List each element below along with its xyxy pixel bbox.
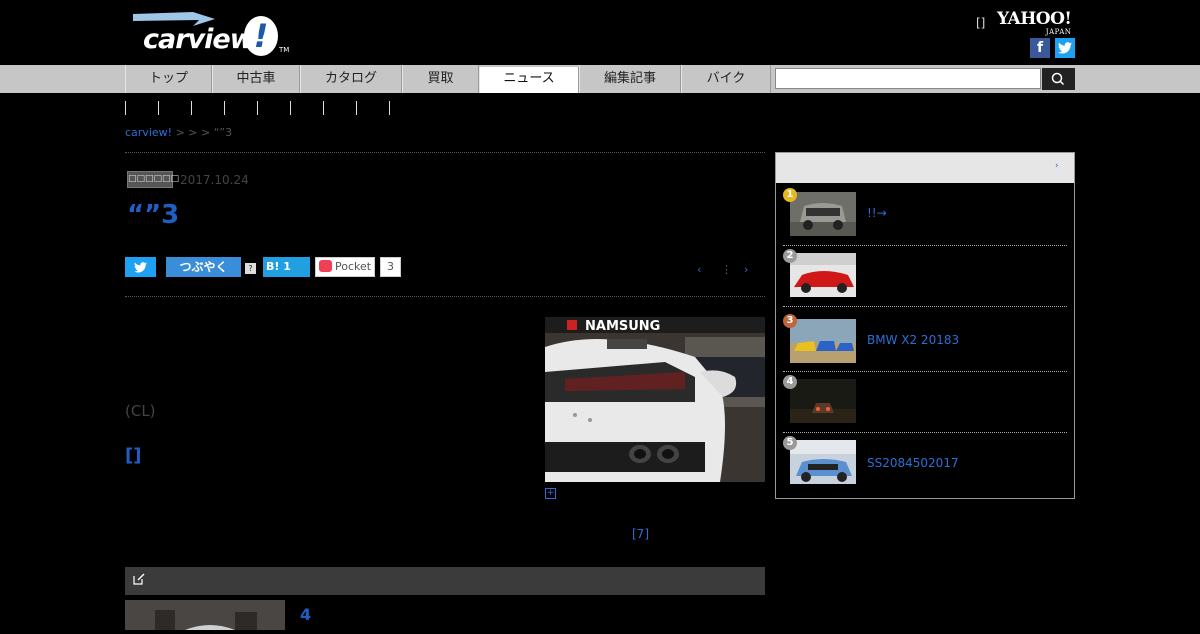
subnav-item[interactable] <box>290 101 323 115</box>
publish-date: 2017.10.24 <box>180 173 249 187</box>
yahoo-japan-logo[interactable]: YAHOO! JAPAN <box>997 9 1072 36</box>
next-article-button[interactable]: › <box>744 263 748 276</box>
ranking-item[interactable]: 1 !!→ <box>783 184 1067 246</box>
divider <box>125 296 765 297</box>
ranking-title: BMW X2 20183 <box>867 333 960 347</box>
related-article-title[interactable]: 4 <box>300 605 311 624</box>
search-input[interactable] <box>775 68 1041 89</box>
main-navigation: トップ 中古車 カタログ 買取 ニュース 編集記事 バイク <box>0 65 1200 93</box>
subnav-item[interactable] <box>323 101 356 115</box>
rank-badge: 5 <box>783 436 797 450</box>
pocket-button[interactable]: Pocket <box>315 257 375 277</box>
pager-separator: ⋮ <box>721 263 732 276</box>
expand-image-icon[interactable]: + <box>545 488 556 499</box>
rank-badge: 3 <box>783 314 797 328</box>
nav-tab-buyback[interactable]: 買取 <box>402 65 479 93</box>
breadcrumb: carview! > > > “”3 <box>125 126 232 139</box>
divider <box>125 152 765 153</box>
related-article-thumbnail[interactable] <box>125 600 285 630</box>
twitter-share-button[interactable] <box>125 257 156 277</box>
nav-tab-bike[interactable]: バイク <box>681 65 771 93</box>
ranking-title: !!→ <box>867 206 887 220</box>
carview-logo[interactable]: carview ! TM <box>133 10 293 58</box>
help-icon[interactable]: ? <box>245 263 256 274</box>
header-top-link[interactable]: [] <box>976 16 985 30</box>
ranking-thumbnail <box>790 192 856 236</box>
search-icon <box>1051 72 1065 86</box>
nav-tab-top[interactable]: トップ <box>125 65 212 93</box>
ranking-thumbnail <box>790 379 856 423</box>
related-articles-header <box>125 567 765 595</box>
subnav-item[interactable] <box>125 101 158 115</box>
rank-badge: 2 <box>783 249 797 263</box>
car-rear-image: NAMSUNG <box>545 317 765 482</box>
facebook-icon[interactable]: f <box>1030 38 1050 58</box>
article-title: “”3 <box>127 200 180 230</box>
nav-tab-news[interactable]: ニュース <box>479 67 579 93</box>
edit-icon <box>133 573 145 585</box>
logo-wordmark: carview <box>143 24 255 55</box>
rank-badge: 4 <box>783 375 797 389</box>
ranking-thumbnail <box>790 253 856 297</box>
article-lead-text: (CL) <box>125 402 156 420</box>
ranking-item[interactable]: 3 BMW X2 20183 <box>783 310 1067 372</box>
svg-text:NAMSUNG: NAMSUNG <box>585 319 660 334</box>
logo-exclamation-mark: ! <box>244 16 278 56</box>
yahoo-japan-sub: JAPAN <box>1045 28 1072 36</box>
hatena-bookmark-button[interactable]: B! 1 <box>263 257 310 277</box>
ranking-item[interactable]: 5 SS2084502017 <box>783 432 1067 493</box>
ranking-header <box>776 153 1074 183</box>
subnav-item[interactable] <box>224 101 257 115</box>
nav-tab-editorial[interactable]: 編集記事 <box>579 65 681 93</box>
subnav-item[interactable] <box>389 101 422 115</box>
ranking-item[interactable]: 2 <box>783 245 1067 307</box>
tsubuyaku-share-button[interactable]: つぶやく <box>166 257 241 277</box>
nav-tabs: トップ 中古車 カタログ 買取 ニュース 編集記事 バイク <box>125 65 771 93</box>
breadcrumb-trail: > > > “”3 <box>175 126 233 139</box>
nav-tab-used-cars[interactable]: 中古車 <box>212 65 300 93</box>
subnav-item[interactable] <box>191 101 224 115</box>
sub-navigation <box>125 101 422 115</box>
pocket-label: Pocket <box>335 260 372 273</box>
yahoo-wordmark: YAHOO! <box>997 9 1072 29</box>
category-badge[interactable]: □□□□□□ <box>127 171 179 188</box>
pocket-icon <box>319 260 332 272</box>
ranking-title: SS2084502017 <box>867 456 959 470</box>
subnav-item[interactable] <box>257 101 290 115</box>
pocket-count: 3 <box>380 257 401 277</box>
breadcrumb-home-link[interactable]: carview! <box>125 126 172 139</box>
ranking-item[interactable]: 4 <box>783 371 1067 433</box>
search-button[interactable] <box>1042 68 1075 90</box>
rank-badge: 1 <box>783 188 797 202</box>
ranking-thumbnail <box>790 440 856 484</box>
ranking-thumbnail <box>790 319 856 363</box>
subnav-item[interactable] <box>356 101 389 115</box>
subnav-item[interactable] <box>158 101 191 115</box>
prev-article-button[interactable]: ‹ <box>697 263 701 276</box>
nav-tab-catalog[interactable]: カタログ <box>300 65 402 93</box>
twitter-icon <box>134 262 147 273</box>
twitter-icon[interactable] <box>1055 38 1075 58</box>
logo-trademark: TM <box>279 46 290 54</box>
article-photo[interactable]: NAMSUNG <box>545 317 765 482</box>
comments-link[interactable]: [7] <box>632 527 649 541</box>
ranking-more-arrow-icon[interactable]: › <box>1055 161 1059 171</box>
article-inline-link[interactable]: [] <box>125 445 141 466</box>
